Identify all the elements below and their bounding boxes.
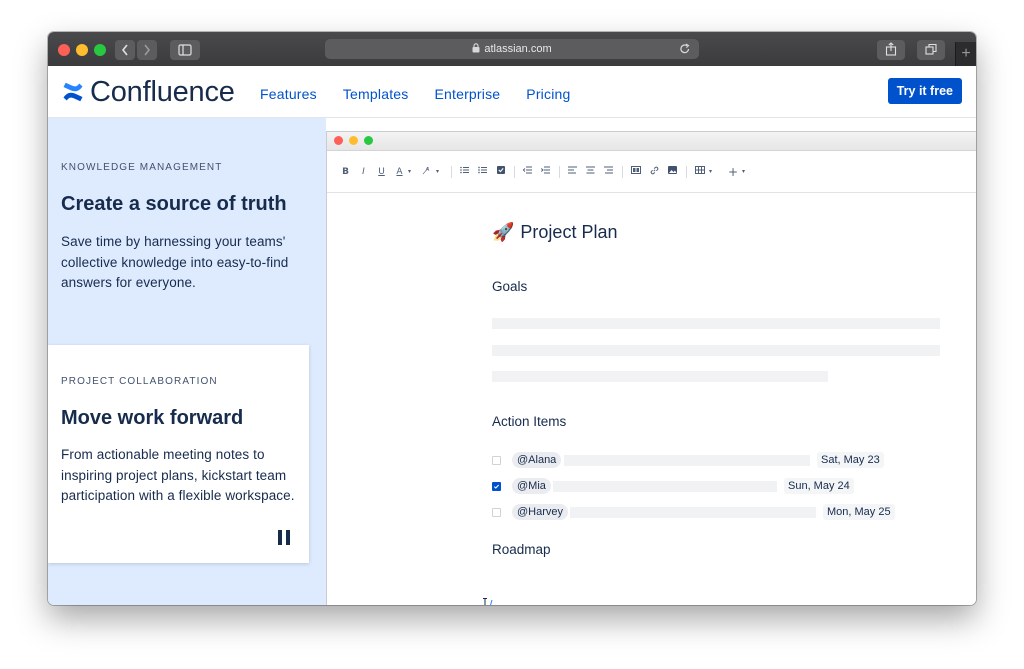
site-header: Confluence Features Templates Enterprise… (48, 66, 976, 118)
feature-card-active[interactable]: PROJECT COLLABORATION Move work forward … (48, 345, 309, 563)
text-style-icon[interactable]: ᴬ̸ (423, 167, 432, 177)
feature-heading: Move work forward (61, 407, 244, 429)
text-cursor-icon (483, 598, 493, 605)
sidebar-icon (178, 44, 192, 56)
nav-features[interactable]: Features (260, 86, 317, 102)
table-icon[interactable] (695, 166, 705, 177)
goals-heading: Goals (492, 279, 528, 294)
share-button[interactable] (877, 40, 905, 60)
link-icon[interactable] (650, 166, 659, 178)
browser-window: atlassian.com + Confluence Features Temp… (48, 32, 976, 605)
url-text: atlassian.com (484, 43, 552, 55)
feature-heading: Create a source of truth (61, 193, 287, 215)
due-date[interactable]: Sun, May 24 (784, 478, 854, 494)
pause-icon[interactable] (278, 530, 290, 545)
chevron-right-icon (144, 44, 151, 56)
bullet-list-icon[interactable] (460, 166, 469, 177)
placeholder-line (492, 345, 940, 356)
task-checkbox[interactable] (492, 456, 501, 465)
logo-text: Confluence (90, 76, 235, 108)
outdent-icon[interactable] (522, 166, 532, 177)
minimize-dot (349, 136, 358, 145)
confluence-logo[interactable]: Confluence (62, 76, 235, 108)
placeholder-line (570, 507, 816, 518)
indent-icon[interactable] (540, 166, 550, 177)
chevron-left-icon (121, 44, 128, 56)
feature-knowledge-management[interactable]: KNOWLEDGE MANAGEMENT Create a source of … (61, 162, 311, 294)
layout-icon[interactable] (631, 166, 641, 177)
numbered-list-icon[interactable] (478, 166, 487, 177)
align-left-icon[interactable] (568, 166, 577, 177)
action-items-heading: Action Items (492, 414, 567, 429)
bold-button[interactable]: B (341, 167, 350, 177)
align-center-icon[interactable] (586, 166, 595, 177)
rocket-icon: 🚀 (492, 222, 515, 242)
toolbar-divider (686, 165, 687, 178)
action-item-row: @Mia Sun, May 24 (492, 478, 942, 494)
forward-button[interactable] (137, 40, 157, 60)
new-tab-button[interactable]: + (955, 42, 976, 66)
main-nav: Features Templates Enterprise Pricing (260, 86, 596, 102)
feature-eyebrow: PROJECT COLLABORATION (61, 376, 218, 387)
back-button[interactable] (115, 40, 135, 60)
user-mention[interactable]: @Mia (512, 478, 551, 494)
page-title: 🚀 Project Plan (492, 222, 617, 243)
editor-titlebar (327, 132, 976, 151)
due-date[interactable]: Sat, May 23 (817, 452, 884, 468)
lock-icon (472, 43, 480, 53)
toolbar-divider (514, 165, 515, 178)
try-it-free-button[interactable]: Try it free (887, 78, 962, 104)
sidebar-toggle-button[interactable] (170, 40, 200, 60)
feature-description: From actionable meeting notes to inspiri… (61, 447, 295, 503)
feature-description: Save time by harnessing your teams' coll… (61, 234, 289, 290)
feature-eyebrow: KNOWLEDGE MANAGEMENT (61, 162, 223, 173)
close-dot (334, 136, 343, 145)
minimize-window-button[interactable] (76, 44, 88, 56)
caret-down-icon[interactable]: ▾ (706, 168, 715, 175)
confluence-logo-icon (63, 82, 83, 102)
feature-panel: KNOWLEDGE MANAGEMENT Create a source of … (48, 118, 326, 605)
toolbar-divider (622, 165, 623, 178)
align-right-icon[interactable] (604, 166, 613, 177)
browser-toolbar: atlassian.com + (48, 32, 976, 67)
due-date[interactable]: Mon, May 25 (823, 504, 895, 520)
placeholder-line (553, 481, 777, 492)
zoom-window-button[interactable] (94, 44, 106, 56)
toolbar-divider (559, 165, 560, 178)
user-mention[interactable]: @Harvey (512, 504, 569, 520)
checkmark-icon (493, 484, 500, 489)
placeholder-line (492, 318, 940, 329)
tabs-icon (925, 43, 937, 55)
page-title-text: Project Plan (520, 222, 618, 242)
caret-down-icon[interactable]: ▾ (739, 168, 748, 175)
task-checkbox[interactable] (492, 508, 501, 517)
zoom-dot (364, 136, 373, 145)
toolbar-divider (451, 165, 452, 178)
image-icon[interactable] (668, 166, 677, 177)
nav-enterprise[interactable]: Enterprise (434, 86, 500, 102)
reload-icon[interactable] (679, 42, 691, 56)
action-item-row: @Harvey Mon, May 25 (492, 504, 942, 520)
address-bar[interactable]: atlassian.com (325, 39, 699, 59)
editor-preview-window: B I U A ▾ ᴬ̸ ▾ ▾ + ▾ 🚀 Project Plan Goal… (326, 131, 976, 605)
placeholder-line (492, 371, 828, 382)
roadmap-heading: Roadmap (492, 542, 551, 557)
tabs-overview-button[interactable] (917, 40, 945, 60)
nav-templates[interactable]: Templates (343, 86, 409, 102)
underline-button[interactable]: U (377, 167, 386, 177)
nav-pricing[interactable]: Pricing (526, 86, 570, 102)
action-item-row: @Alana Sat, May 23 (492, 452, 942, 468)
user-mention[interactable]: @Alana (512, 452, 562, 468)
task-checkbox-checked[interactable] (492, 482, 501, 491)
italic-button[interactable]: I (359, 167, 368, 177)
close-window-button[interactable] (58, 44, 70, 56)
caret-down-icon[interactable]: ▾ (405, 168, 414, 175)
text-color-button[interactable]: A (395, 167, 404, 177)
task-checkbox-icon[interactable] (496, 166, 505, 177)
share-icon (885, 42, 897, 56)
editor-toolbar: B I U A ▾ ᴬ̸ ▾ ▾ + ▾ (327, 151, 976, 193)
caret-down-icon[interactable]: ▾ (433, 168, 442, 175)
insert-more-button[interactable]: + (728, 165, 738, 179)
placeholder-line (564, 455, 810, 466)
